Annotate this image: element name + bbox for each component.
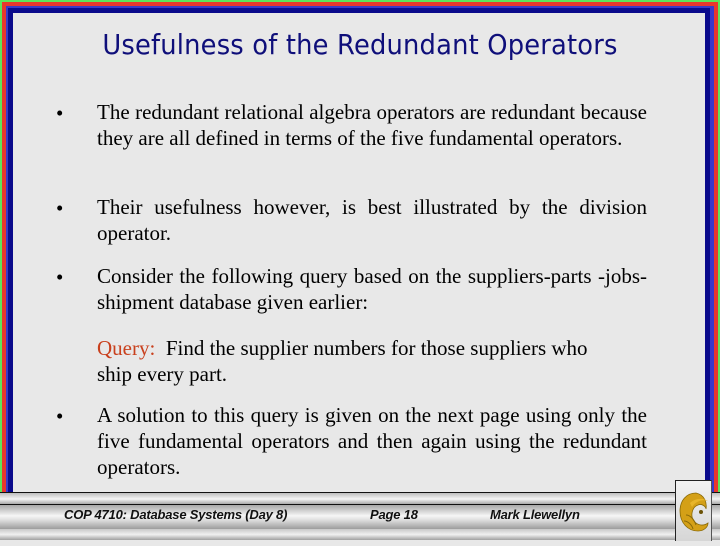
bullet-marker: • <box>56 101 64 125</box>
query-block: Query: Find the supplier numbers for tho… <box>97 335 617 387</box>
slide-title: Usefulness of the Redundant Operators <box>102 28 618 61</box>
footer-bar-bottom <box>0 529 720 540</box>
footer-author: Mark Llewellyn <box>490 507 580 522</box>
pegasus-logo-icon <box>679 492 709 532</box>
bullet-marker: • <box>56 404 64 428</box>
slide: Usefulness of the Redundant Operators • … <box>0 0 720 541</box>
bullet-marker: • <box>56 196 64 220</box>
bullet-text-1: The redundant relational algebra operato… <box>97 100 647 150</box>
bullet-marker: • <box>56 265 64 289</box>
query-text: Find the supplier numbers for those supp… <box>97 336 593 386</box>
footer-course: COP 4710: Database Systems (Day 8) <box>64 507 288 522</box>
bullet-text-2: Their usefulness however, is best illust… <box>97 195 647 245</box>
footer-page-number: Page 18 <box>370 507 418 522</box>
bullet-text-4: A solution to this query is given on the… <box>97 403 647 479</box>
logo-box <box>675 480 712 541</box>
bullet-text-3: Consider the following query based on th… <box>97 264 647 314</box>
query-label: Query: <box>97 336 156 360</box>
